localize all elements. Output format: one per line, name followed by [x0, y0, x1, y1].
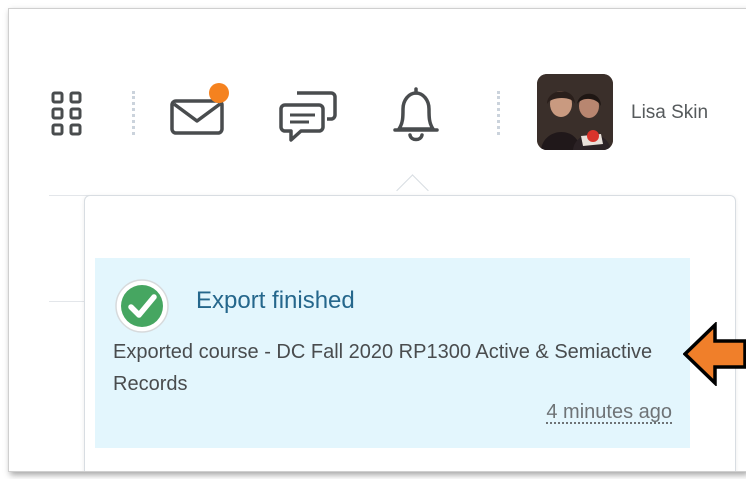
divider: [49, 301, 89, 302]
notification-title[interactable]: Export finished: [196, 287, 355, 315]
navbar-separator: [132, 91, 135, 135]
user-name[interactable]: Lisa Skin: [631, 102, 708, 124]
notification-timestamp: 4 minutes ago: [546, 401, 672, 423]
notification-item[interactable]: Export finished Exported course - DC Fal…: [95, 258, 690, 448]
avatar[interactable]: [537, 74, 613, 150]
check-circle-icon: [114, 278, 170, 334]
annotation-arrow-icon: [682, 320, 746, 391]
navbar-separator: [497, 91, 500, 135]
unread-dot: [209, 83, 229, 103]
navbar: Lisa Skin: [9, 9, 746, 194]
bell-icon[interactable]: [389, 83, 443, 152]
divider: [49, 195, 89, 196]
mail-icon[interactable]: [166, 79, 236, 144]
chat-bubbles-icon[interactable]: [279, 87, 339, 150]
apps-grid-icon[interactable]: [49, 89, 89, 144]
notification-body: Exported course - DC Fall 2020 RP1300 Ac…: [113, 341, 653, 395]
